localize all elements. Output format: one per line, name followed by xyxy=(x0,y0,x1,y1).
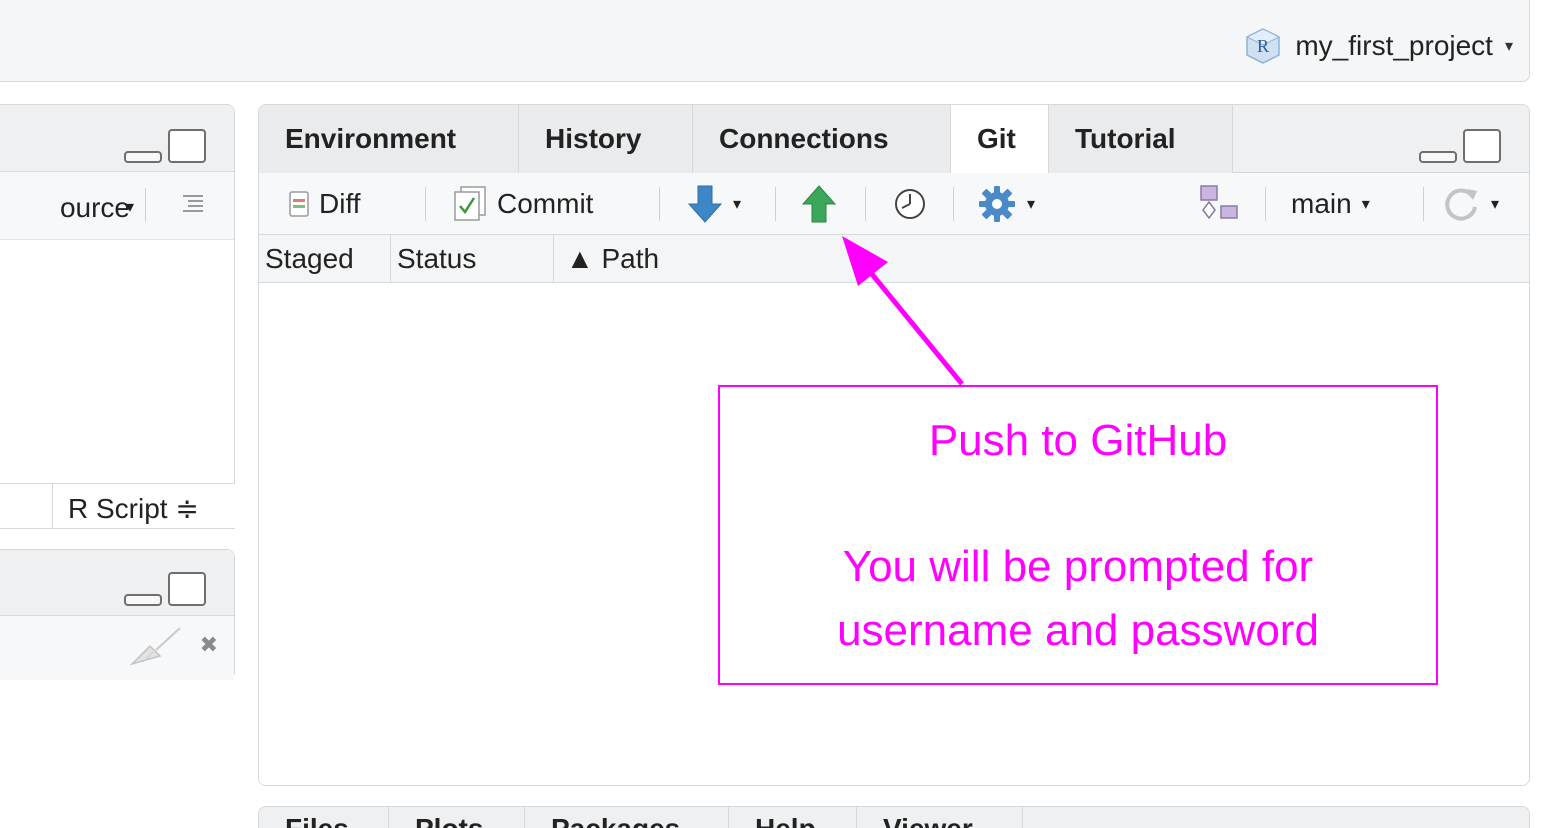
history-button[interactable] xyxy=(893,173,927,235)
chevron-down-icon: ▾ xyxy=(1361,196,1370,213)
status-divider xyxy=(52,484,53,528)
minimize-pane-icon[interactable] xyxy=(1419,151,1457,163)
commit-checkbox-icon xyxy=(454,186,486,221)
source-pane: ource ▾ xyxy=(0,104,235,528)
new-branch-icon xyxy=(1200,185,1238,220)
svg-text:R: R xyxy=(1257,36,1269,56)
column-path[interactable]: ▲ Path xyxy=(554,235,1529,283)
script-type-select[interactable]: R Script ≑ xyxy=(68,492,199,525)
tab-help[interactable]: Help xyxy=(729,807,857,828)
document-outline-icon[interactable] xyxy=(180,190,206,218)
clock-icon xyxy=(895,189,925,219)
project-name: my_first_project xyxy=(1295,30,1493,61)
toolbar-divider xyxy=(865,187,866,221)
column-staged[interactable]: Staged xyxy=(259,235,391,283)
git-settings-button[interactable]: ▾ xyxy=(977,173,1035,235)
toolbar-divider xyxy=(1423,187,1424,221)
refresh-icon xyxy=(1445,188,1477,221)
push-button[interactable] xyxy=(801,173,837,235)
tab-files[interactable]: Files xyxy=(259,807,389,828)
toolbar-divider xyxy=(953,187,954,221)
gear-icon xyxy=(979,186,1015,222)
diff-label: Diff xyxy=(319,188,361,219)
console-pane: ✖ xyxy=(0,549,235,680)
pane-tabs: Environment History Connections Git Tuto… xyxy=(259,105,1529,174)
annotation-callout: Push to GitHub You will be prompted for … xyxy=(718,385,1438,685)
tab-viewer[interactable]: Viewer xyxy=(857,807,1023,828)
callout-line: username and password xyxy=(837,606,1319,655)
chevron-down-icon: ▾ xyxy=(1491,196,1500,213)
git-toolbar: Diff Commit ▾ ▾ main ▾ ▾ xyxy=(259,173,1529,235)
chevron-down-icon: ▾ xyxy=(1504,38,1513,55)
toolbar-divider xyxy=(145,188,146,222)
tab-history[interactable]: History xyxy=(519,105,693,173)
minimize-pane-icon[interactable] xyxy=(124,151,162,163)
project-bar: R my_first_project ▾ xyxy=(0,0,1530,82)
branch-select[interactable]: main ▾ xyxy=(1291,173,1370,235)
maximize-pane-icon[interactable] xyxy=(1463,129,1501,163)
tab-git[interactable]: Git xyxy=(951,105,1049,174)
toolbar-divider xyxy=(1265,187,1266,221)
green-up-arrow-icon xyxy=(801,185,837,223)
project-menu[interactable]: R my_first_project ▾ xyxy=(1243,26,1513,66)
pane-window-controls xyxy=(1419,129,1501,163)
tab-environment[interactable]: Environment xyxy=(259,105,519,173)
console-pane-header xyxy=(0,550,234,616)
source-pane-header xyxy=(0,105,234,172)
source-button[interactable]: ource xyxy=(60,192,130,224)
chevron-down-icon[interactable]: ▾ xyxy=(126,197,134,217)
pull-button[interactable]: ▾ xyxy=(687,173,741,235)
tab-tutorial[interactable]: Tutorial xyxy=(1049,105,1233,173)
tab-connections[interactable]: Connections xyxy=(693,105,951,173)
callout-line: You will be prompted for xyxy=(842,542,1314,591)
maximize-pane-icon[interactable] xyxy=(168,572,206,606)
source-toolbar: ource ▾ xyxy=(0,172,234,240)
toolbar-divider xyxy=(775,187,776,221)
toolbar-divider xyxy=(425,187,426,221)
files-pane-tabs: Files Plots Packages Help Viewer xyxy=(258,806,1530,828)
diff-button[interactable]: Diff xyxy=(289,173,361,235)
chevron-down-icon: ▾ xyxy=(1027,196,1036,213)
pane-window-controls xyxy=(124,572,206,606)
close-icon[interactable]: ✖ xyxy=(200,632,218,658)
callout-title: Push to GitHub xyxy=(928,416,1228,465)
blue-down-arrow-icon xyxy=(687,185,723,223)
chevron-down-icon: ▾ xyxy=(733,196,742,213)
branch-label: main xyxy=(1291,188,1352,219)
diff-icon xyxy=(289,191,309,217)
broom-icon[interactable] xyxy=(128,626,184,666)
minimize-pane-icon[interactable] xyxy=(124,594,162,606)
changes-table-header: Staged Status ▲ Path xyxy=(259,235,1529,283)
r-project-icon: R xyxy=(1243,26,1283,66)
new-branch-button[interactable] xyxy=(1199,173,1239,235)
commit-button[interactable]: Commit xyxy=(453,173,593,235)
tab-plots[interactable]: Plots xyxy=(389,807,525,828)
toolbar-divider xyxy=(659,187,660,221)
maximize-pane-icon[interactable] xyxy=(168,129,206,163)
commit-label: Commit xyxy=(497,188,594,219)
pane-window-controls xyxy=(124,129,206,163)
column-status[interactable]: Status xyxy=(391,235,554,283)
console-toolbar: ✖ xyxy=(0,616,234,680)
refresh-button[interactable]: ▾ xyxy=(1443,173,1499,235)
editor-status-bar: R Script ≑ xyxy=(0,483,235,529)
tab-packages[interactable]: Packages xyxy=(525,807,729,828)
